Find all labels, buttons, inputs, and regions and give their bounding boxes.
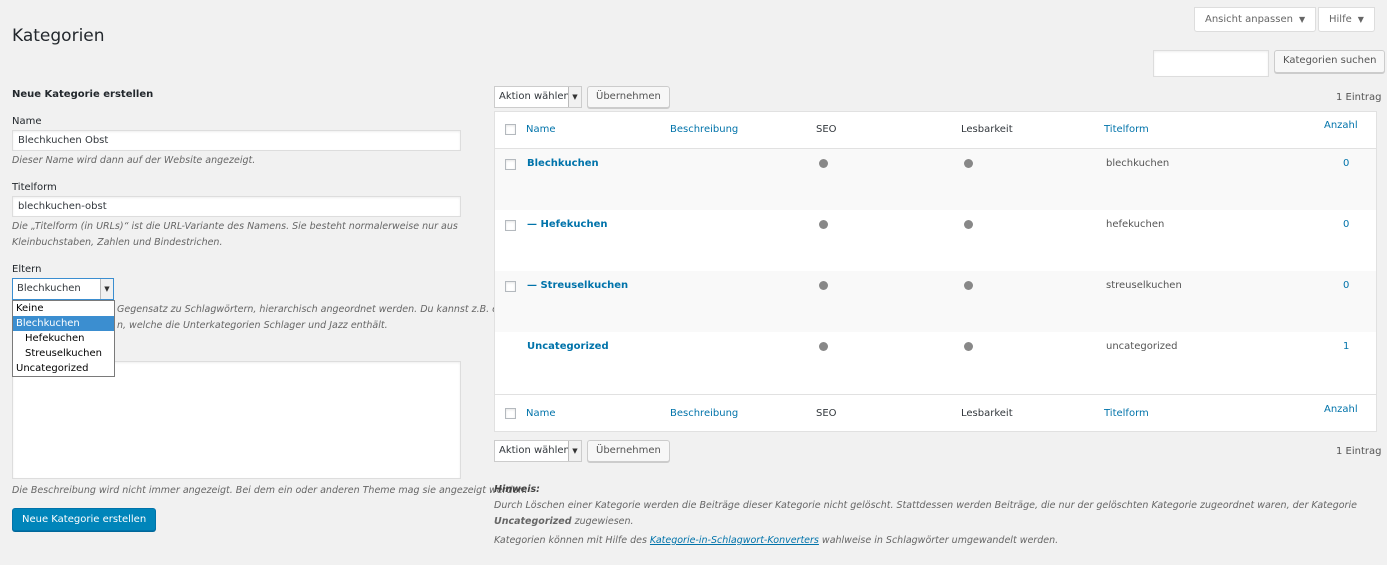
readability-status-dot-icon	[964, 342, 973, 351]
page-title: Kategorien	[12, 26, 105, 46]
slug-hint-line-1: Die „Titelform (in URLs)“ ist die URL-Va…	[12, 221, 458, 232]
parent-hint-line-1: Gegensatz zu Schlagwörtern, hierarchisch…	[117, 304, 513, 315]
notes-heading: Hinweis:	[494, 484, 540, 495]
apply-button-bottom[interactable]: Übernehmen	[587, 440, 670, 462]
uncategorized-emphasis: Uncategorized	[494, 516, 572, 527]
seo-status-dot-icon	[819, 281, 828, 290]
form-heading: Neue Kategorie erstellen	[12, 89, 154, 100]
table-header: Name Beschreibung SEO Lesbarkeit Titelfo…	[495, 112, 1376, 149]
notes-line-1: Durch Löschen einer Kategorie werden die…	[494, 500, 1357, 527]
row-count-link[interactable]: 0	[1343, 219, 1349, 230]
row-count-link[interactable]: 1	[1343, 341, 1349, 352]
converter-link[interactable]: Kategorie-in-Schlagwort-Konverters	[650, 535, 819, 546]
help-button[interactable]: Hilfe ▼	[1318, 7, 1375, 32]
column-seo: SEO	[816, 408, 837, 419]
row-name-link[interactable]: — Streuselkuchen	[527, 280, 628, 291]
help-label: Hilfe	[1329, 14, 1352, 25]
parent-hint-line-2: n, welche die Unterkategorien Schlager u…	[117, 320, 388, 331]
parent-option[interactable]: Hefekuchen	[13, 331, 114, 346]
dropdown-arrow-icon[interactable]: ▼	[568, 87, 581, 107]
parent-select-value: Blechkuchen	[17, 283, 81, 294]
slug-label: Titelform	[12, 182, 57, 193]
readability-status-dot-icon	[964, 220, 973, 229]
add-category-button[interactable]: Neue Kategorie erstellen	[12, 508, 157, 531]
column-description[interactable]: Beschreibung	[670, 408, 738, 419]
row-count-link[interactable]: 0	[1343, 158, 1349, 169]
slug-field[interactable]: blechkuchen-obst	[12, 196, 461, 217]
caret-down-icon: ▼	[1298, 15, 1306, 24]
column-slug[interactable]: Titelform	[1104, 408, 1149, 419]
dropdown-arrow-icon[interactable]: ▼	[568, 441, 581, 461]
table-row: Blechkuchen blechkuchen 0	[495, 149, 1376, 210]
column-count[interactable]: Anzahl	[1324, 120, 1358, 131]
name-hint: Dieser Name wird dann auf der Website an…	[12, 155, 256, 166]
caret-down-icon: ▼	[1357, 15, 1364, 24]
description-textarea[interactable]	[12, 361, 461, 479]
parent-option[interactable]: Uncategorized	[13, 361, 114, 376]
bulk-action-select-bottom[interactable]: Aktion wählen ▼	[494, 440, 582, 462]
apply-button-top[interactable]: Übernehmen	[587, 86, 670, 108]
seo-status-dot-icon	[819, 342, 828, 351]
row-name-link[interactable]: — Hefekuchen	[527, 219, 607, 230]
bulk-action-value: Aktion wählen	[499, 445, 570, 456]
row-count-link[interactable]: 0	[1343, 280, 1349, 291]
table-footer: Name Beschreibung SEO Lesbarkeit Titelfo…	[495, 394, 1376, 431]
name-field[interactable]: Blechkuchen Obst	[12, 130, 461, 151]
column-readability: Lesbarkeit	[961, 124, 1013, 135]
row-slug: streuselkuchen	[1106, 280, 1182, 291]
parent-option[interactable]: Streuselkuchen	[13, 346, 114, 361]
row-checkbox[interactable]	[505, 159, 516, 170]
parent-select[interactable]: Blechkuchen ▼	[12, 278, 114, 300]
table-row: — Streuselkuchen streuselkuchen 0	[495, 271, 1376, 332]
screen-options-button[interactable]: Ansicht anpassen ▼	[1194, 7, 1317, 32]
row-checkbox[interactable]	[505, 281, 516, 292]
parent-option[interactable]: Blechkuchen	[13, 316, 114, 331]
column-count[interactable]: Anzahl	[1324, 404, 1358, 415]
parent-label: Eltern	[12, 264, 42, 275]
screen-options-label: Ansicht anpassen	[1205, 14, 1293, 25]
categories-table: Name Beschreibung SEO Lesbarkeit Titelfo…	[494, 111, 1377, 432]
slug-hint-line-2: Kleinbuchstaben, Zahlen und Bindestriche…	[12, 237, 223, 248]
search-input[interactable]	[1153, 50, 1269, 77]
select-all-checkbox[interactable]	[505, 408, 516, 419]
row-slug: uncategorized	[1106, 341, 1178, 352]
row-name-link[interactable]: Blechkuchen	[527, 158, 599, 169]
bulk-action-value: Aktion wählen	[499, 91, 570, 102]
column-name[interactable]: Name	[526, 408, 556, 419]
row-slug: blechkuchen	[1106, 158, 1170, 169]
name-label: Name	[12, 116, 42, 127]
item-count-top: 1 Eintrag	[1336, 92, 1382, 103]
table-row: — Hefekuchen hefekuchen 0	[495, 210, 1376, 271]
readability-status-dot-icon	[964, 159, 973, 168]
search-categories-button[interactable]: Kategorien suchen	[1274, 50, 1386, 73]
column-seo: SEO	[816, 124, 837, 135]
seo-status-dot-icon	[819, 159, 828, 168]
column-readability: Lesbarkeit	[961, 408, 1013, 419]
select-all-checkbox[interactable]	[505, 124, 516, 135]
row-checkbox[interactable]	[505, 220, 516, 231]
item-count-bottom: 1 Eintrag	[1336, 446, 1382, 457]
dropdown-arrow-icon[interactable]: ▼	[100, 279, 113, 299]
column-name[interactable]: Name	[526, 124, 556, 135]
row-name-link[interactable]: Uncategorized	[527, 341, 609, 352]
parent-dropdown-list[interactable]: Keine Blechkuchen Hefekuchen Streuselkuc…	[12, 300, 115, 377]
column-description[interactable]: Beschreibung	[670, 124, 738, 135]
seo-status-dot-icon	[819, 220, 828, 229]
description-hint: Die Beschreibung wird nicht immer angeze…	[12, 485, 528, 496]
row-slug: hefekuchen	[1106, 219, 1165, 230]
readability-status-dot-icon	[964, 281, 973, 290]
parent-option[interactable]: Keine	[13, 301, 114, 316]
column-slug[interactable]: Titelform	[1104, 124, 1149, 135]
notes-line-2: Kategorien können mit Hilfe des Kategori…	[494, 535, 1059, 546]
table-row: Uncategorized uncategorized 1	[495, 332, 1376, 394]
bulk-action-select-top[interactable]: Aktion wählen ▼	[494, 86, 582, 108]
